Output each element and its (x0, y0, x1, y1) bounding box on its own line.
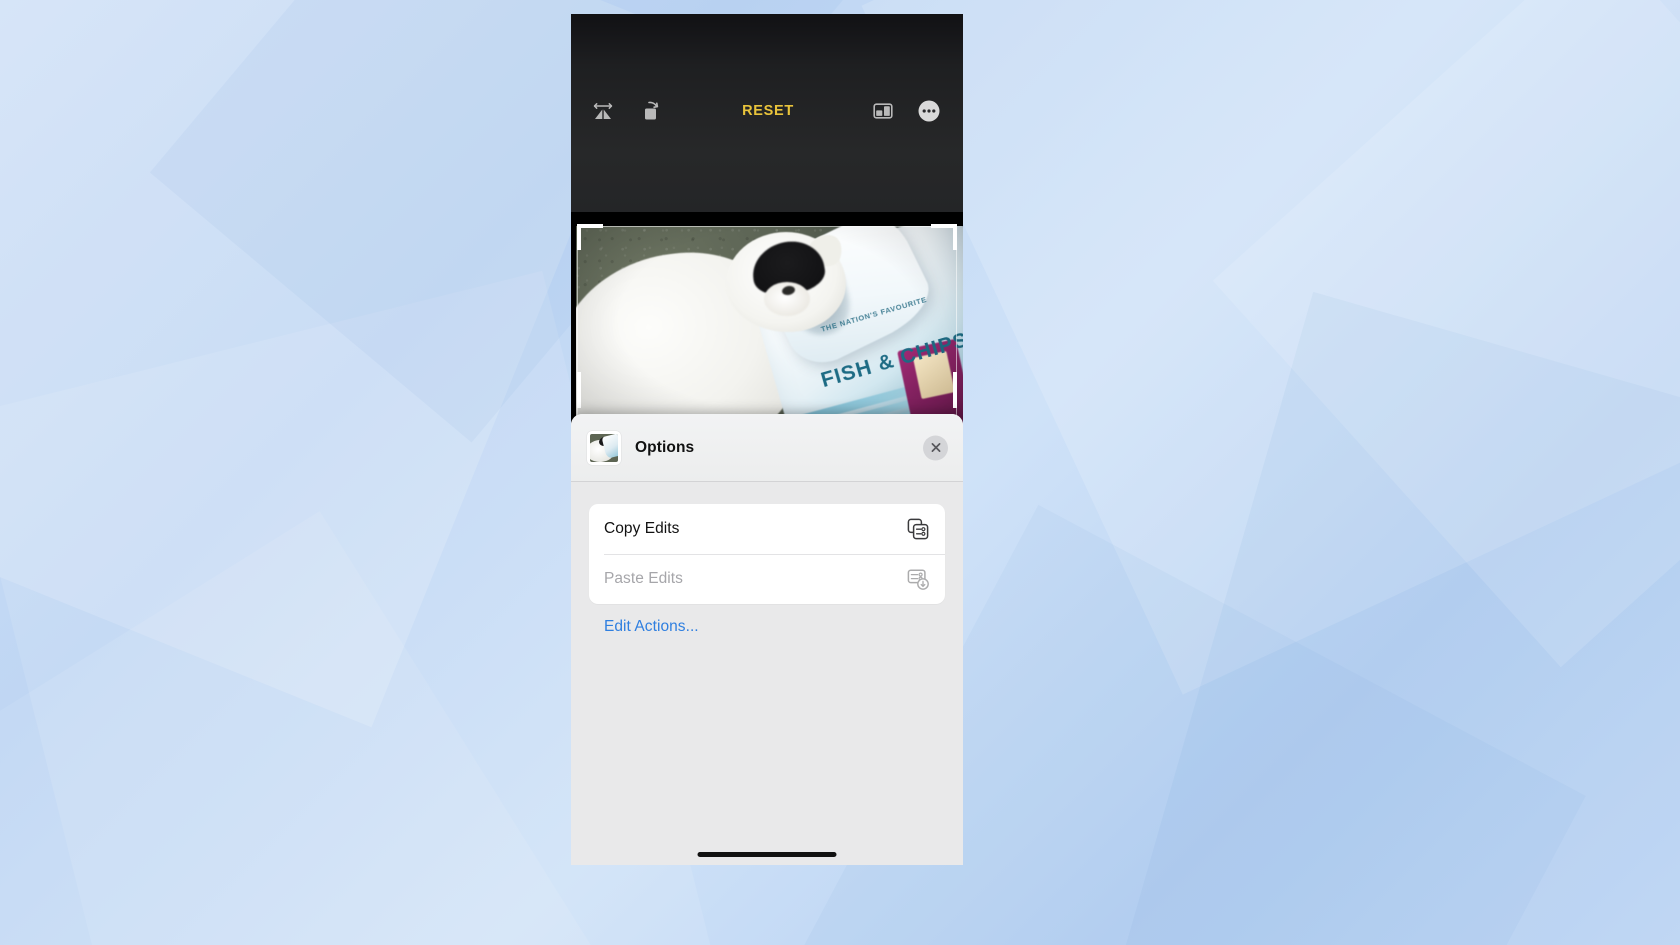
photo-editor-top-bar: RESET (571, 14, 963, 212)
crop-edge-left (577, 226, 578, 434)
aspect-ratio-icon[interactable] (861, 89, 905, 133)
menu-item-label: Paste Edits (604, 570, 683, 587)
options-menu-group: Copy Edits Paste Edits (589, 504, 945, 604)
wallpaper-facet (0, 0, 657, 728)
paste-edits-icon (905, 566, 931, 592)
sheet-title: Options (635, 438, 695, 456)
editor-toolbar: RESET (571, 80, 963, 142)
crop-overlay[interactable] (571, 212, 963, 434)
wallpaper-facet (0, 511, 596, 945)
wallpaper-facet (1212, 0, 1680, 668)
phone-screen: RESET Options Copy Edits Paste Edits Edi… (571, 14, 963, 865)
home-indicator (697, 852, 837, 857)
options-sheet: Options Copy Edits Paste Edits Edit Acti… (571, 414, 963, 865)
crop-edge-top (577, 226, 957, 227)
photo-thumbnail (587, 430, 621, 465)
wallpaper-facet (861, 0, 1680, 695)
wallpaper-facet (1076, 291, 1680, 945)
photo-canvas[interactable]: THE NATION'S FAVOURITE FISH & CHIPS (571, 212, 963, 434)
close-icon[interactable] (923, 435, 948, 460)
desktop-background: RESET Options Copy Edits Paste Edits Edi… (0, 0, 1680, 945)
sheet-header: Options (571, 414, 963, 482)
rotate-icon[interactable] (631, 89, 675, 133)
crop-edge-right (956, 226, 957, 434)
reset-button[interactable]: RESET (675, 103, 861, 119)
copy-edits-icon (905, 516, 931, 542)
menu-item-label: Copy Edits (604, 520, 680, 537)
edit-actions-link[interactable]: Edit Actions... (589, 618, 945, 636)
flip-horizontal-icon[interactable] (581, 89, 625, 133)
menu-item-copy-edits[interactable]: Copy Edits (589, 504, 945, 554)
more-ellipsis-icon[interactable] (907, 89, 951, 133)
sheet-body: Copy Edits Paste Edits Edit Actions... (571, 482, 963, 636)
menu-item-paste-edits[interactable]: Paste Edits (589, 554, 945, 604)
